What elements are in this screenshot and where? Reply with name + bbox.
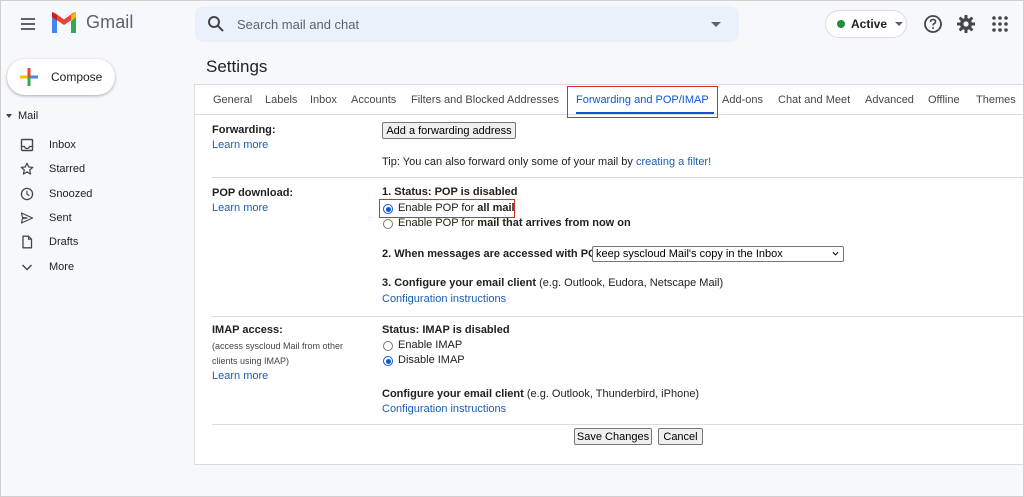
tab-filters[interactable]: Filters and Blocked Addresses <box>411 94 559 106</box>
imap-access-label: IMAP access: <box>212 324 283 336</box>
status-label: Active <box>851 17 888 31</box>
pop-learn-more-link[interactable]: Learn more <box>212 202 268 214</box>
sidebar-item-sent[interactable]: Sent <box>0 206 190 230</box>
imap-configuration-instructions-link[interactable]: Configuration instructions <box>382 403 506 415</box>
clock-icon <box>20 187 34 201</box>
compose-button[interactable]: Compose <box>7 59 115 95</box>
pop-option-text: Enable POP for <box>398 217 478 229</box>
pop-configure-text: 3. Configure your email client (e.g. Out… <box>382 277 723 289</box>
pop-accessed-label: 2. When messages are accessed with POP <box>382 248 604 260</box>
apps-grid-icon[interactable] <box>988 12 1012 36</box>
status-selector[interactable]: Active <box>825 10 907 38</box>
sidebar-item-starred[interactable]: Starred <box>0 157 190 181</box>
sidebar-item-drafts[interactable]: Drafts <box>0 230 190 254</box>
pop-download-label: POP download: <box>212 187 294 199</box>
highlight-box-tab <box>567 86 718 118</box>
pop-all-mail-radio[interactable] <box>383 204 393 214</box>
save-changes-button[interactable]: Save Changes <box>574 428 652 445</box>
star-icon <box>20 162 34 176</box>
search-icon[interactable] <box>207 15 225 33</box>
tab-accounts[interactable]: Accounts <box>351 94 396 106</box>
sidebar-item-more[interactable]: More <box>0 254 190 278</box>
imap-description-line: (access syscloud Mail from other <box>212 341 344 351</box>
sidebar-item-label: More <box>49 260 75 273</box>
pop-accessed-value: keep syscloud Mail's copy in the Inbox <box>596 248 783 260</box>
disable-imap-radio[interactable] <box>383 356 393 366</box>
imap-status: Status: IMAP is disabled <box>382 324 510 336</box>
mail-heading-label: Mail <box>18 110 39 122</box>
imap-description: (access syscloud Mail from other clients… <box>212 339 343 369</box>
imap-learn-more-link[interactable]: Learn more <box>212 370 268 382</box>
gmail-m-icon <box>52 12 76 33</box>
pop-option-bold: mail that arrives from now on <box>477 217 631 229</box>
forwarding-tip-text: Tip: You can also forward only some of y… <box>382 156 636 168</box>
tab-addons[interactable]: Add-ons <box>722 94 763 106</box>
sidebar-item-label: Snoozed <box>49 187 93 200</box>
imap-configure-text: Configure your email client (e.g. Outloo… <box>382 388 699 400</box>
search-options-icon[interactable] <box>711 22 721 27</box>
pop-configure-rest: (e.g. Outlook, Eudora, Netscape Mail) <box>536 277 724 289</box>
cancel-button[interactable]: Cancel <box>658 428 703 445</box>
select-chevron-icon <box>832 251 839 256</box>
send-icon <box>20 211 34 225</box>
status-dot-icon <box>837 20 845 28</box>
compose-label: Compose <box>51 70 103 84</box>
imap-description-line: clients using IMAP) <box>212 356 290 366</box>
create-filter-link[interactable]: creating a filter! <box>636 156 711 168</box>
sidebar-item-inbox[interactable]: Inbox <box>0 133 190 157</box>
enable-imap-radio[interactable] <box>383 341 393 351</box>
add-forwarding-address-button[interactable]: Add a forwarding address <box>382 122 516 139</box>
enable-imap-label[interactable]: Enable IMAP <box>398 339 462 351</box>
imap-configure-bold: Configure your email client <box>382 388 524 400</box>
main-menu-icon[interactable] <box>16 12 40 36</box>
tab-inbox[interactable]: Inbox <box>310 94 337 106</box>
forwarding-tip: Tip: You can also forward only some of y… <box>382 156 711 168</box>
tab-offline[interactable]: Offline <box>928 94 960 106</box>
search-bar[interactable]: Search mail and chat <box>195 6 739 42</box>
tab-advanced[interactable]: Advanced <box>865 94 914 106</box>
app-name: Gmail <box>86 11 134 32</box>
plus-icon <box>20 68 38 86</box>
sidebar-item-label: Starred <box>49 163 86 176</box>
settings-panel: General Labels Inbox Accounts Filters an… <box>194 84 1024 465</box>
mail-section-toggle[interactable]: Mail <box>6 110 38 122</box>
disable-imap-label[interactable]: Disable IMAP <box>398 354 465 366</box>
top-bar: Gmail Search mail and chat Active <box>0 0 1024 48</box>
sidebar-item-label: Sent <box>49 212 72 225</box>
divider <box>212 424 1024 425</box>
sidebar-item-snoozed[interactable]: Snoozed <box>0 182 190 206</box>
pop-configuration-instructions-link[interactable]: Configuration instructions <box>382 293 506 305</box>
pop-configure-bold: 3. Configure your email client <box>382 277 537 289</box>
inbox-icon <box>20 138 34 152</box>
collapse-arrow-icon <box>6 114 12 118</box>
tab-chat-meet[interactable]: Chat and Meet <box>778 94 850 106</box>
divider <box>212 177 1024 178</box>
pop-from-now-radio[interactable] <box>383 219 393 229</box>
pop-all-mail-label[interactable]: Enable POP for all mail <box>398 202 515 214</box>
pop-option-bold: all mail <box>477 202 515 214</box>
search-input[interactable]: Search mail and chat <box>237 17 359 32</box>
tab-labels[interactable]: Labels <box>265 94 297 106</box>
pop-option-text: Enable POP for <box>398 202 478 214</box>
tab-general[interactable]: General <box>213 94 252 106</box>
forwarding-label: Forwarding: <box>212 124 276 136</box>
chevron-down-icon <box>20 260 34 274</box>
pop-accessed-select[interactable]: keep syscloud Mail's copy in the Inbox <box>592 246 844 262</box>
tab-themes[interactable]: Themes <box>976 94 1016 106</box>
sidebar-item-label: Drafts <box>49 236 79 249</box>
imap-configure-rest: (e.g. Outlook, Thunderbird, iPhone) <box>523 388 700 400</box>
sidebar-nav: Inbox Starred Snoozed Sent Drafts More <box>0 133 190 279</box>
chevron-down-icon <box>895 22 904 26</box>
forwarding-learn-more-link[interactable]: Learn more <box>212 139 268 151</box>
page-title: Settings <box>206 57 268 76</box>
help-icon[interactable] <box>921 12 945 36</box>
sidebar-item-label: Inbox <box>49 139 76 152</box>
pop-status: 1. Status: POP is disabled <box>382 186 518 198</box>
gmail-logo[interactable]: Gmail <box>50 11 134 33</box>
draft-icon <box>20 235 34 249</box>
gear-icon[interactable] <box>954 12 978 36</box>
pop-from-now-label[interactable]: Enable POP for mail that arrives from no… <box>398 217 631 229</box>
divider <box>212 316 1024 317</box>
